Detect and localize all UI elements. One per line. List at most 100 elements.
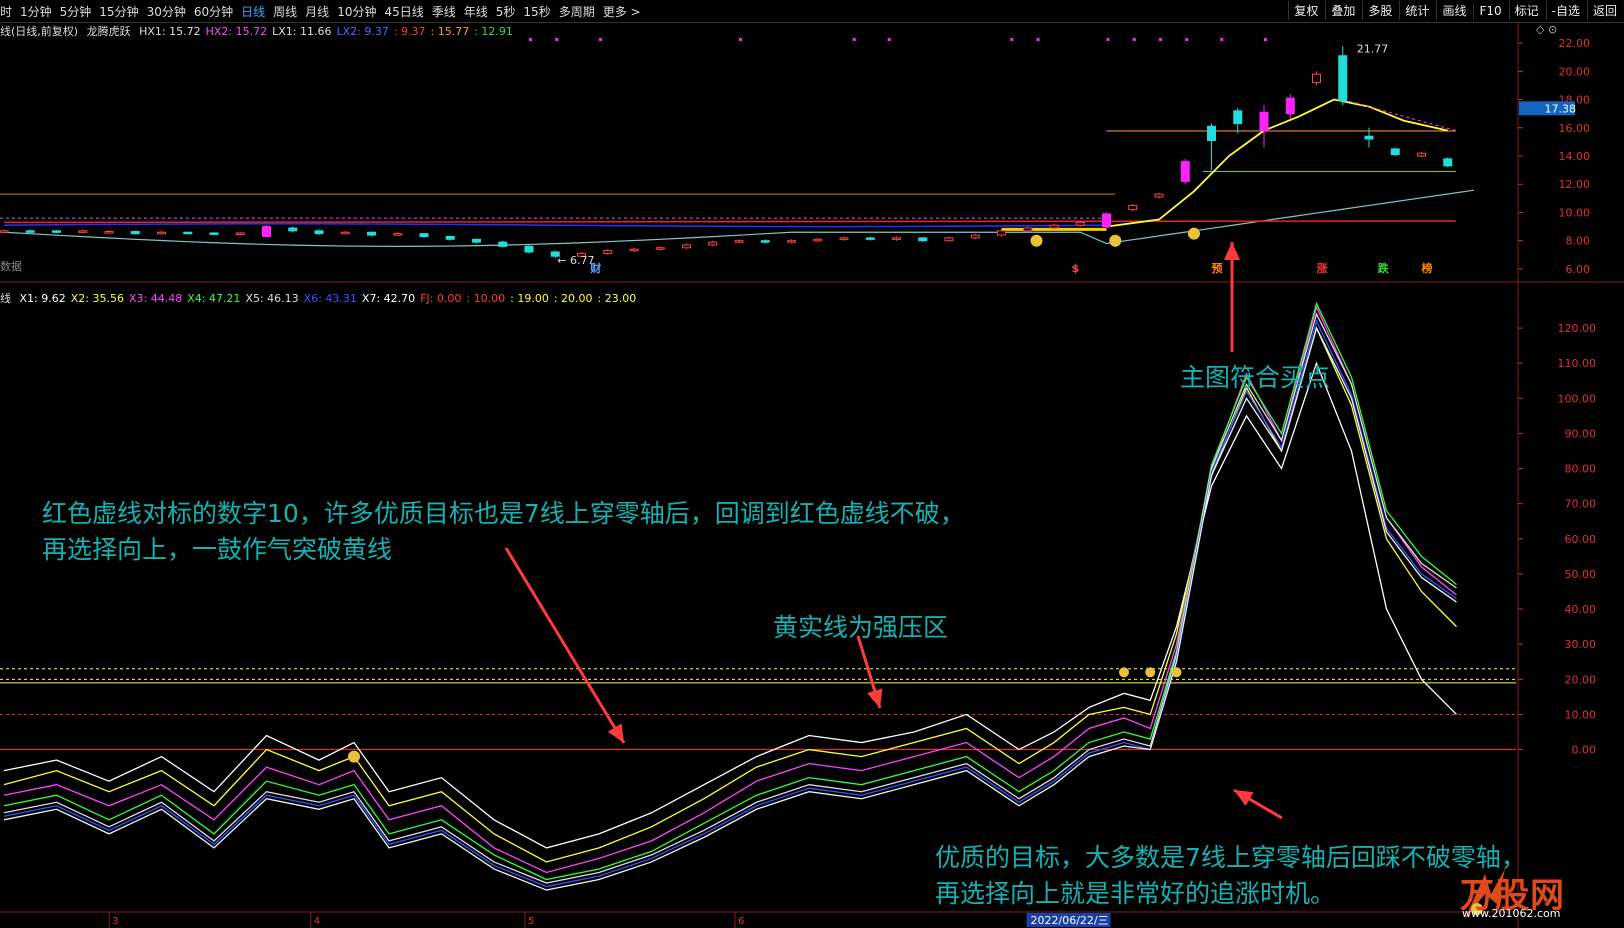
sub-tick-label-8: 40.00 [1565,603,1597,616]
main-tick-label-1: 20.00 [1559,65,1591,78]
sub-tick-label-0: 120.00 [1558,322,1597,335]
top-marker-13 [1264,38,1267,41]
candle-body-27 [708,241,718,246]
current-price-label: 17.38 [1545,102,1577,115]
candle-body-35 [918,237,928,242]
annotation-quality-line2: 再选择向上就是非常好的追涨时机。 [935,879,1336,908]
candle-body-0 [0,230,9,233]
candle-body-16 [419,233,429,237]
sub-tick-label-12: 0.00 [1572,744,1597,757]
candle-body-55 [1443,158,1453,167]
watermark-url: www.201062.com [1462,907,1561,920]
date-cursor-label: 2022/06/22/三 [1031,914,1109,927]
signal-label-3: 涨 [1317,261,1328,275]
low-price-label: ← 6.77 [557,254,594,267]
candle-body-24 [629,248,639,252]
candle-body-33 [865,237,875,240]
ma-blue-line [3,223,1107,228]
top-marker-1 [555,38,559,41]
sub-tick-label-9: 30.00 [1565,638,1597,651]
top-marker-10 [1159,38,1162,41]
main-tick-label-0: 22.00 [1559,37,1591,50]
candle-body-49 [1285,97,1295,115]
signal-smiley-icon-1 [1109,234,1122,247]
candle-body-11 [288,227,298,232]
candle-body-2 [52,230,61,233]
annotation-yellow-line: 黄实线为强压区 [773,613,949,642]
sub-series-line-6 [3,326,1457,891]
candle-body-1 [25,230,35,233]
candle-body-48 [1259,111,1269,132]
top-marker-0 [529,38,532,41]
candle-body-44 [1154,193,1164,198]
main-tick-label-3: 16.00 [1559,122,1591,135]
sub-tick-label-6: 60.00 [1565,533,1597,546]
candle-body-9 [235,232,245,235]
candle-body-43 [1128,204,1138,211]
ma-red-line [3,220,1456,224]
candle-body-23 [603,250,613,254]
candle-body-51 [1338,55,1348,102]
arrow-buy-point-head [1224,242,1240,260]
candle-body-42 [1102,213,1111,228]
x-tick-label-1: 4 [314,916,320,927]
candle-body-7 [183,231,193,235]
sub-tick-label-11: 10.00 [1565,708,1597,721]
main-tick-label-5: 12.00 [1559,178,1591,191]
candle-body-38 [997,230,1006,236]
candle-body-45 [1180,161,1190,182]
candle-body-52 [1364,135,1374,140]
sub-tick-label-2: 100.00 [1558,392,1597,405]
signal-smiley-icon-0 [1030,234,1043,247]
main-tick-label-4: 14.00 [1559,150,1591,163]
stock-chart[interactable]: 22.0020.0018.0016.0014.0012.0010.008.006… [0,0,1624,928]
sub-signal-icon-0 [1119,667,1129,678]
candle-body-3 [78,230,88,233]
candle-body-18 [472,238,481,243]
candle-body-25 [655,247,665,250]
top-marker-12 [1220,38,1224,41]
signal-label-4: 跌 [1378,261,1390,275]
arrow-red-dash-shaft [504,547,626,744]
sub-tick-label-5: 70.00 [1565,498,1597,511]
candle-body-34 [892,237,901,240]
candle-body-14 [367,231,376,236]
sub-tick-label-1: 110.00 [1558,357,1597,370]
candle-body-32 [839,237,849,240]
sub-signal-icon-2 [1171,667,1182,678]
x-tick-label-0: 3 [112,916,118,927]
x-tick-label-2: 5 [528,916,534,927]
top-marker-2 [599,38,602,41]
high-price-label: 21.77 [1357,42,1389,55]
sub-signal-icon-1 [1145,667,1156,678]
main-tick-label-7: 8.00 [1566,235,1591,248]
candle-body-12 [314,230,324,235]
annotation-red-dash-line1: 红色虚线对标的数字10，许多优质目标也是7线上穿零轴后，回调到红色虚线不破， [42,499,965,528]
candle-body-17 [445,235,455,240]
sub-series-line-0 [3,361,1457,849]
candle-body-37 [970,234,980,239]
arrow-yellow-line-head [867,688,883,708]
candle-body-5 [130,231,140,235]
candle-body-40 [1049,224,1059,229]
candle-body-26 [682,244,691,249]
signal-label-2: 预 [1212,261,1223,275]
top-marker-6 [1010,38,1014,41]
signal-label-0: 财 [589,261,601,275]
sub-tick-label-7: 50.00 [1565,568,1597,581]
candle-body-30 [787,240,796,243]
annotation-red-dash-line2: 再选择向上，一鼓作气突破黄线 [42,535,393,564]
signal-label-1: $ [1072,262,1080,275]
candle-body-8 [209,232,219,235]
top-marker-7 [1036,38,1040,41]
signal-smiley-icon-2 [1188,227,1200,240]
top-marker-5 [887,38,891,41]
candle-body-4 [104,231,114,234]
top-marker-8 [1106,38,1110,41]
candle-body-54 [1417,152,1426,157]
candle-body-19 [498,241,508,247]
candle-body-31 [813,238,823,242]
arrow-red-dash-head [607,723,624,743]
sub-tick-label-3: 90.00 [1565,427,1597,440]
candle-body-13 [340,231,350,235]
